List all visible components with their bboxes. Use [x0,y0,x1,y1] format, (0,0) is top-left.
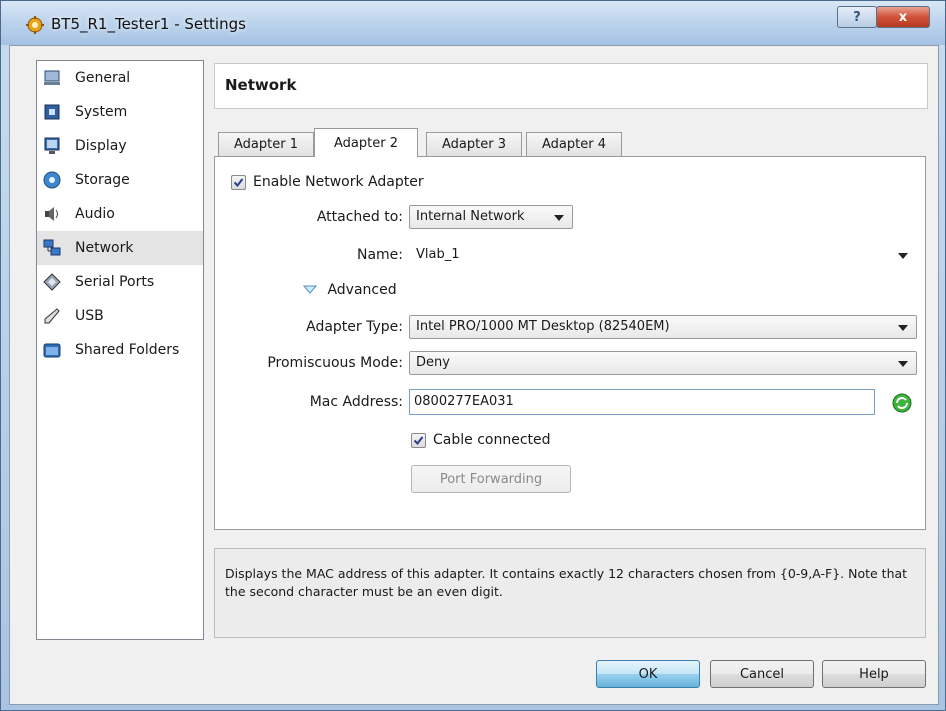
folder-icon [43,343,61,358]
speaker-icon [45,207,58,221]
disk-icon [43,171,61,189]
monitor-icon [44,70,60,85]
chevron-down-icon [898,361,908,367]
port-forwarding-label: Port Forwarding [439,471,543,487]
sidebar-item-label: Display [75,138,127,154]
network-name-combobox[interactable]: Vlab_1 [409,243,917,267]
mac-address-label: Mac Address: [309,394,403,410]
triangle-down-icon [302,285,318,294]
display-icon [44,137,60,154]
window-close-button[interactable]: x [876,6,930,28]
advanced-toggle[interactable]: Advanced [302,282,397,298]
checkmark-icon [233,178,244,188]
client-area: General System Display Storage Audio Net… [9,45,939,705]
chip-icon [44,104,60,120]
sidebar-item-network[interactable]: Network [37,231,203,265]
cable-connected-checkbox[interactable] [411,433,426,448]
tab-adapter-3[interactable]: Adapter 3 [426,132,522,156]
settings-window: BT5_R1_Tester1 - Settings ? x General Sy… [0,0,946,711]
promiscuous-mode-select[interactable]: Deny [409,351,917,375]
chevron-down-icon [898,325,908,331]
tab-adapter-1[interactable]: Adapter 1 [218,132,314,156]
network-icon [43,239,61,256]
page-title: Network [225,76,297,94]
tab-label: Adapter 3 [442,137,506,152]
mac-address-value: 0800277EA031 [414,394,514,409]
serial-port-icon [43,273,61,291]
ok-button[interactable]: OK [596,660,700,688]
checkmark-icon [413,436,424,446]
cancel-button[interactable]: Cancel [710,660,814,688]
sidebar-item-label: System [75,104,128,120]
sidebar-item-general[interactable]: General [37,61,203,95]
settings-sidebar: General System Display Storage Audio Net… [36,60,204,640]
tab-label: Adapter 1 [234,137,298,152]
sidebar-item-display[interactable]: Display [37,129,203,163]
help-description-box: Displays the MAC address of this adapter… [214,548,926,638]
ok-label: OK [638,666,658,682]
sidebar-item-label: General [75,70,131,86]
tab-adapter-4[interactable]: Adapter 4 [526,132,622,156]
help-button[interactable]: Help [822,660,926,688]
sidebar-item-system[interactable]: System [37,95,203,129]
tab-label: Adapter 4 [542,137,606,152]
sidebar-item-shared-folders[interactable]: Shared Folders [37,333,203,367]
refresh-mac-icon[interactable] [891,392,913,414]
sidebar-item-label: Serial Ports [75,274,155,290]
sidebar-item-label: USB [75,308,104,324]
attached-to-select[interactable]: Internal Network [409,205,573,229]
sidebar-item-storage[interactable]: Storage [37,163,203,197]
adapter-type-select[interactable]: Intel PRO/1000 MT Desktop (82540EM) [409,315,917,339]
chevron-down-icon [898,253,908,259]
sidebar-item-serial-ports[interactable]: Serial Ports [37,265,203,299]
sidebar-item-label: Storage [75,172,130,188]
section-header: Network [214,63,928,109]
name-label: Name: [356,247,403,263]
adapter-type-label: Adapter Type: [306,319,403,335]
virtualbox-gear-icon [26,16,44,34]
promiscuous-mode-label: Promiscuous Mode: [267,355,403,371]
advanced-label: Advanced [327,282,397,298]
sidebar-item-label: Network [75,240,134,256]
chevron-down-icon [554,215,564,221]
cancel-label: Cancel [739,666,785,682]
port-forwarding-button[interactable]: Port Forwarding [411,465,571,493]
enable-adapter-label: Enable Network Adapter [253,174,424,190]
network-name-value: Vlab_1 [416,247,460,262]
sidebar-item-usb[interactable]: USB [37,299,203,333]
usb-icon [44,308,60,324]
adapter-type-value: Intel PRO/1000 MT Desktop (82540EM) [416,319,670,334]
tab-adapter-2[interactable]: Adapter 2 [314,128,418,157]
title-bar[interactable]: BT5_R1_Tester1 - Settings ? x [1,1,945,45]
cable-connected-label: Cable connected [433,432,551,448]
attached-to-label: Attached to: [316,209,403,225]
help-label: Help [859,666,889,682]
enable-adapter-checkbox[interactable] [231,175,246,190]
window-title: BT5_R1_Tester1 - Settings [51,15,246,33]
sidebar-item-label: Shared Folders [75,342,180,358]
adapter-tab-panel: Enable Network Adapter Attached to: Inte… [214,156,926,530]
mac-address-input[interactable]: 0800277EA031 [409,389,875,415]
tab-label: Adapter 2 [334,135,398,151]
attached-to-value: Internal Network [416,209,525,224]
window-help-button[interactable]: ? [837,6,877,28]
sidebar-item-audio[interactable]: Audio [37,197,203,231]
sidebar-item-label: Audio [75,206,115,222]
help-description-text: Displays the MAC address of this adapter… [225,566,908,599]
promiscuous-mode-value: Deny [416,355,450,370]
